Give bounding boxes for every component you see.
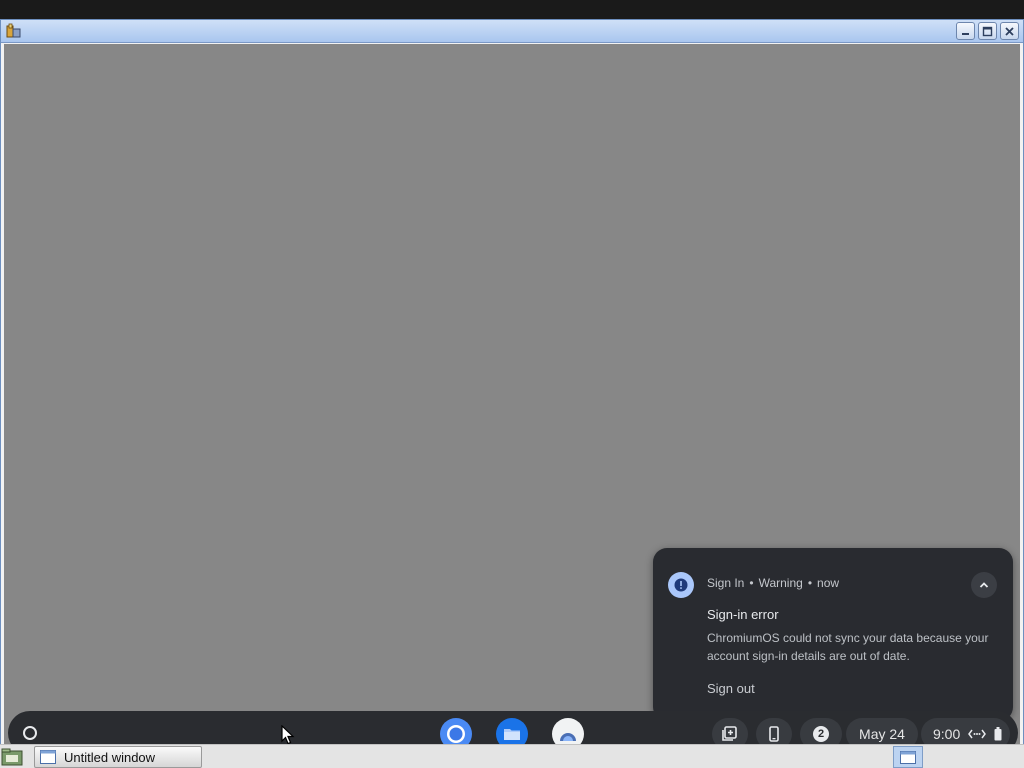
close-icon — [1005, 26, 1014, 36]
phone-icon — [769, 726, 779, 742]
close-button[interactable] — [1000, 22, 1019, 40]
taskbar-item-untitled-window[interactable]: Untitled window — [34, 746, 202, 768]
minimize-button[interactable] — [956, 22, 975, 40]
folder-icon — [1, 748, 23, 766]
chevron-up-icon — [979, 582, 989, 588]
time-label: 9:00 — [933, 726, 961, 742]
minimize-icon — [962, 32, 969, 35]
notification-message: ChromiumOS could not sync your data beca… — [707, 631, 989, 663]
notification-source: Sign In — [707, 576, 745, 590]
window-icon — [900, 750, 916, 764]
notification-popup[interactable]: Sign In • Warning • now Sign-in error Chromi… — [653, 548, 1013, 721]
notification-title: Sign-in error — [707, 607, 779, 622]
host-taskbar: Untitled window — [0, 744, 1024, 768]
host-start-button[interactable] — [1, 747, 23, 767]
window-icon — [40, 750, 56, 764]
notification-time: now — [817, 576, 840, 590]
notification-severity: Warning — [758, 576, 803, 590]
launcher-icon — [23, 726, 37, 740]
notification-header: Sign In • Warning • now — [707, 576, 839, 590]
host-window: Sign In • Warning • now Sign-in error Chromi… — [0, 19, 1024, 763]
taskbar-item-label: Untitled window — [64, 749, 156, 765]
host-tray-window-button[interactable] — [893, 746, 923, 768]
separator: • — [749, 576, 754, 590]
mouse-cursor-icon — [281, 725, 295, 745]
app-icon — [6, 23, 22, 39]
maximize-icon — [982, 26, 993, 36]
host-window-titlebar[interactable] — [1, 20, 1023, 43]
screen: Sign In • Warning • now Sign-in error Chromi… — [0, 0, 1024, 768]
collapse-button[interactable] — [971, 572, 997, 598]
notification-count-badge: 2 — [813, 726, 829, 742]
battery-icon — [994, 727, 1002, 741]
chromeos-desktop[interactable]: Sign In • Warning • now Sign-in error Chromi… — [4, 44, 1020, 760]
launcher-button[interactable] — [18, 721, 42, 745]
date-label: May 24 — [859, 726, 905, 742]
screen-capture-icon — [722, 726, 737, 741]
maximize-button[interactable] — [978, 22, 997, 40]
separator: • — [807, 576, 813, 590]
sign-out-button[interactable]: Sign out — [707, 681, 755, 696]
warning-icon — [668, 572, 694, 598]
network-icon — [968, 729, 987, 739]
